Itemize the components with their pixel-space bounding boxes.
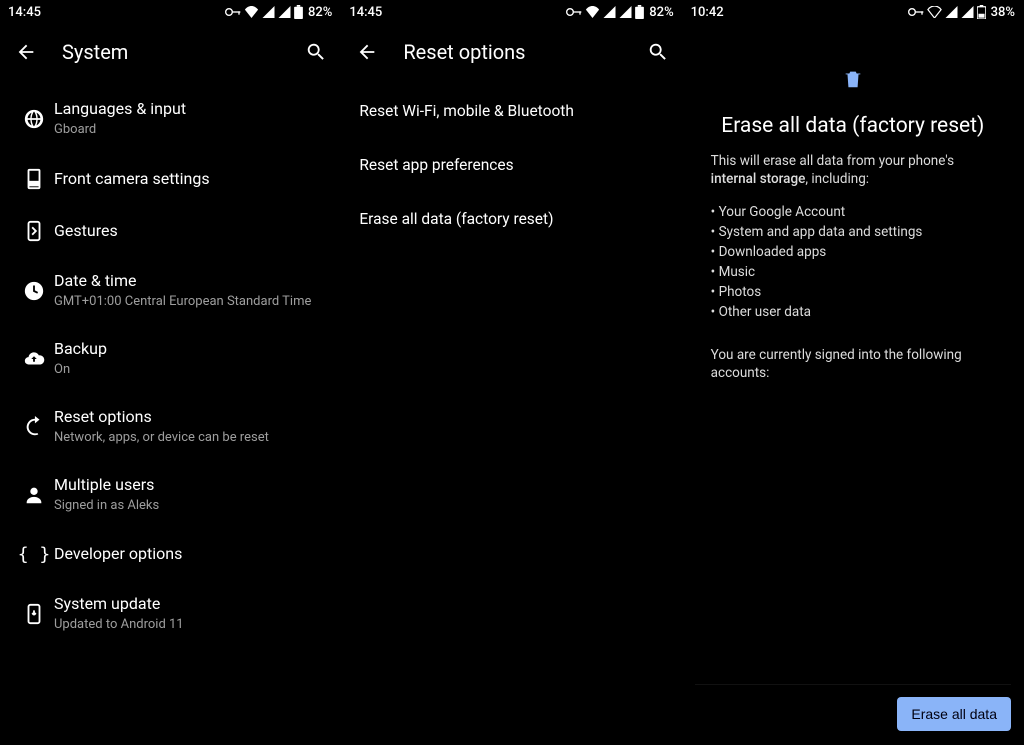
reset-list: Reset Wi-Fi, mobile & Bluetooth Reset ap…: [341, 80, 681, 246]
screen-system: 14:45 82% System Languages & input Gboar…: [0, 0, 341, 745]
item-subtitle: Updated to Android 11: [54, 616, 324, 633]
item-reset-options[interactable]: Reset options Network, apps, or device c…: [0, 392, 340, 460]
globe-icon: [23, 108, 45, 130]
back-icon[interactable]: [14, 40, 38, 64]
bullet-item: • System and app data and settings: [711, 222, 995, 242]
item-subtitle: GMT+01:00 Central European Standard Time: [54, 293, 324, 310]
battery-icon: [635, 5, 644, 19]
gesture-icon: [23, 220, 45, 242]
item-title: Reset options: [54, 406, 324, 427]
status-right: 82%: [225, 5, 332, 20]
bullet-item: • Music: [711, 262, 995, 282]
item-system-update[interactable]: System update Updated to Android 11: [0, 579, 340, 647]
item-multiple-users[interactable]: Multiple users Signed in as Aleks: [0, 460, 340, 528]
bullet-item: • Your Google Account: [711, 202, 995, 222]
battery-text: 38%: [991, 5, 1015, 20]
item-erase-all-data[interactable]: Erase all data (factory reset): [341, 192, 681, 246]
wifi-icon: [244, 6, 259, 18]
braces-icon: { }: [18, 544, 51, 565]
restore-icon: [23, 416, 45, 438]
item-subtitle: Gboard: [54, 121, 324, 138]
erase-bullets: • Your Google Account • System and app d…: [711, 202, 995, 322]
item-title: Front camera settings: [54, 168, 324, 189]
erase-description: This will erase all data from your phone…: [711, 152, 995, 188]
signal-icon: [262, 6, 275, 18]
status-bar: 14:45 82%: [341, 0, 681, 24]
status-bar: 14:45 82%: [0, 0, 340, 24]
erase-all-button[interactable]: Erase all data: [897, 697, 1011, 731]
signal2-icon: [278, 6, 291, 18]
key-icon: [225, 7, 241, 17]
phone-front-icon: [23, 168, 45, 190]
status-right: 82%: [566, 5, 673, 20]
battery-icon: [294, 5, 303, 19]
item-title: Erase all data (factory reset): [359, 210, 665, 228]
item-developer-options[interactable]: { } Developer options: [0, 528, 340, 579]
footer-bar: Erase all data: [695, 684, 1011, 737]
key-icon: [566, 7, 582, 17]
person-icon: [23, 484, 45, 506]
item-subtitle: On: [54, 361, 324, 378]
cloud-up-icon: [23, 348, 45, 370]
status-right: 38%: [908, 5, 1015, 20]
status-bar: 10:42 38%: [683, 0, 1023, 24]
wifi-icon: [927, 6, 942, 18]
item-languages-input[interactable]: Languages & input Gboard: [0, 84, 340, 152]
app-bar: System: [0, 24, 340, 80]
page-title: Erase all data (factory reset): [721, 114, 984, 138]
battery-text: 82%: [308, 5, 332, 20]
search-icon[interactable]: [646, 40, 670, 64]
page-title: System: [62, 40, 280, 64]
item-subtitle: Network, apps, or device can be reset: [54, 429, 324, 446]
update-icon: [23, 603, 45, 625]
item-title: Date & time: [54, 270, 324, 291]
back-icon[interactable]: [355, 40, 379, 64]
screen-reset-options: 14:45 82% Reset options Reset Wi-Fi, mob…: [341, 0, 682, 745]
trash-icon: [842, 68, 864, 94]
signal-icon: [603, 6, 616, 18]
bullet-item: • Other user data: [711, 302, 995, 322]
key-icon: [908, 7, 924, 17]
item-gestures[interactable]: Gestures: [0, 204, 340, 256]
item-title: Reset Wi-Fi, mobile & Bluetooth: [359, 102, 665, 120]
signal2-icon: [619, 6, 632, 18]
signal2-icon: [961, 6, 974, 18]
item-subtitle: Signed in as Aleks: [54, 497, 324, 514]
item-date-time[interactable]: Date & time GMT+01:00 Central European S…: [0, 256, 340, 324]
signal-icon: [945, 6, 958, 18]
status-time: 14:45: [8, 5, 41, 20]
item-front-camera[interactable]: Front camera settings: [0, 152, 340, 204]
item-title: Reset app preferences: [359, 156, 665, 174]
item-title: System update: [54, 593, 324, 614]
search-icon[interactable]: [304, 40, 328, 64]
status-time: 10:42: [691, 5, 724, 20]
page-title: Reset options: [403, 40, 621, 64]
battery-low-icon: [977, 5, 986, 19]
item-title: Multiple users: [54, 474, 324, 495]
item-reset-wifi[interactable]: Reset Wi-Fi, mobile & Bluetooth: [341, 84, 681, 138]
wifi-icon: [585, 6, 600, 18]
item-title: Languages & input: [54, 98, 324, 119]
screen-erase-all: 10:42 38% Erase all data (factory reset)…: [683, 0, 1024, 745]
item-title: Backup: [54, 338, 324, 359]
bullet-item: • Downloaded apps: [711, 242, 995, 262]
item-title: Gestures: [54, 220, 324, 241]
app-bar: Reset options: [341, 24, 681, 80]
settings-list: Languages & input Gboard Front camera se…: [0, 80, 340, 647]
status-time: 14:45: [349, 5, 382, 20]
signed-in-text: You are currently signed into the follow…: [711, 346, 995, 382]
bullet-item: • Photos: [711, 282, 995, 302]
item-title: Developer options: [54, 543, 324, 564]
clock-icon: [23, 280, 45, 302]
battery-text: 82%: [649, 5, 673, 20]
item-backup[interactable]: Backup On: [0, 324, 340, 392]
item-reset-app-prefs[interactable]: Reset app preferences: [341, 138, 681, 192]
